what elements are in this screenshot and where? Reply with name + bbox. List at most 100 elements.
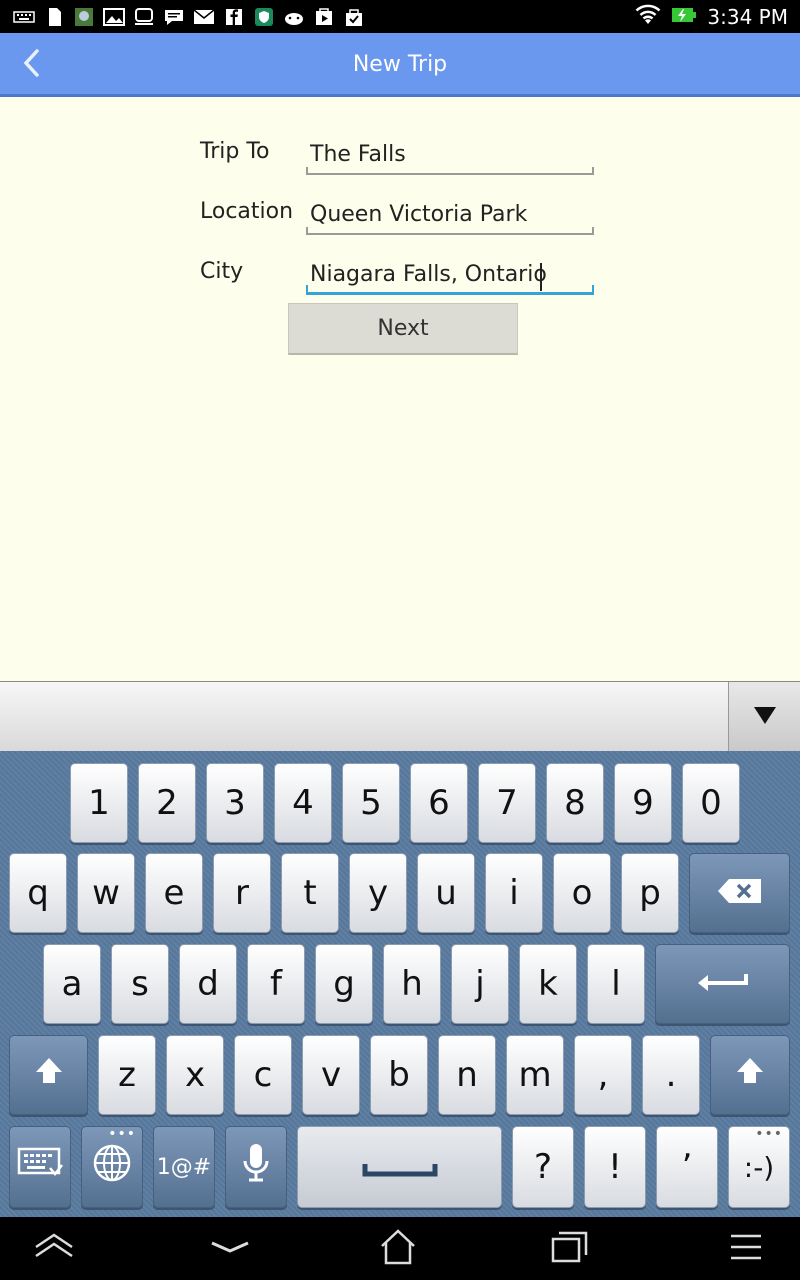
- key-f[interactable]: f: [247, 944, 305, 1024]
- recent-apps-icon: [550, 1229, 590, 1269]
- key-8[interactable]: 8: [546, 763, 604, 843]
- android-icon: [282, 7, 306, 27]
- text-cursor: [540, 263, 542, 291]
- key-h[interactable]: h: [383, 944, 441, 1024]
- key-9[interactable]: 9: [614, 763, 672, 843]
- collapse-keyboard-button[interactable]: [728, 682, 800, 751]
- key-q[interactable]: q: [9, 853, 67, 933]
- key-period[interactable]: .: [642, 1035, 700, 1115]
- key-2[interactable]: 2: [138, 763, 196, 843]
- key-a[interactable]: a: [43, 944, 101, 1024]
- location-label: Location: [200, 199, 294, 224]
- location-input[interactable]: [310, 199, 588, 229]
- next-button[interactable]: Next: [288, 303, 518, 355]
- key-w[interactable]: w: [77, 853, 135, 933]
- triangle-down-icon: [752, 704, 778, 730]
- suggestion-bar: [0, 681, 800, 751]
- trip-to-field[interactable]: [306, 135, 594, 175]
- key-0[interactable]: 0: [682, 763, 740, 843]
- shift-key-left[interactable]: [9, 1035, 88, 1115]
- location-row: Location: [200, 173, 600, 235]
- key-3[interactable]: 3: [206, 763, 264, 843]
- menu-button[interactable]: [716, 1225, 776, 1273]
- key-t[interactable]: t: [281, 853, 339, 933]
- smiley-label: :-): [743, 1150, 775, 1184]
- sd-card-icon: [42, 7, 66, 27]
- city-row: City: [200, 233, 600, 295]
- trip-to-row: Trip To: [200, 113, 600, 175]
- key-exclaim[interactable]: !: [584, 1126, 646, 1208]
- wifi-icon: [635, 4, 661, 30]
- key-d[interactable]: d: [179, 944, 237, 1024]
- key-k[interactable]: k: [519, 944, 577, 1024]
- key-p[interactable]: p: [621, 853, 679, 933]
- key-e[interactable]: e: [145, 853, 203, 933]
- shift-arrow-icon: [34, 1055, 64, 1095]
- action-bar: New Trip: [0, 33, 800, 97]
- chevron-left-icon: [22, 48, 42, 82]
- enter-icon: [696, 964, 750, 1004]
- battery-charging-icon: [671, 6, 697, 28]
- shopping-bag-icon: [342, 7, 366, 27]
- trip-to-input[interactable]: [310, 139, 588, 169]
- key-4[interactable]: 4: [274, 763, 332, 843]
- key-c[interactable]: c: [234, 1035, 292, 1115]
- key-u[interactable]: u: [417, 853, 475, 933]
- enter-key[interactable]: [655, 944, 790, 1024]
- back-button[interactable]: [14, 47, 50, 83]
- language-key[interactable]: •••: [81, 1126, 143, 1208]
- symbols-key[interactable]: 1@#: [153, 1126, 215, 1208]
- keyboard-settings-key[interactable]: [9, 1126, 71, 1208]
- globe-icon: [92, 1143, 132, 1192]
- microphone-icon: [240, 1142, 272, 1193]
- photo-icon: [72, 7, 96, 27]
- keyboard-settings-icon: [17, 1146, 63, 1189]
- key-7[interactable]: 7: [478, 763, 536, 843]
- city-input[interactable]: [310, 259, 588, 289]
- home-button[interactable]: [368, 1225, 428, 1273]
- key-question[interactable]: ?: [512, 1126, 574, 1208]
- key-i[interactable]: i: [485, 853, 543, 933]
- key-j[interactable]: j: [451, 944, 509, 1024]
- back-chevron-icon: [208, 1237, 252, 1261]
- key-l[interactable]: l: [587, 944, 645, 1024]
- key-v[interactable]: v: [302, 1035, 360, 1115]
- page-title: New Trip: [352, 52, 448, 77]
- key-o[interactable]: o: [553, 853, 611, 933]
- key-1[interactable]: 1: [70, 763, 128, 843]
- key-b[interactable]: b: [370, 1035, 428, 1115]
- play-store-icon: [312, 7, 336, 27]
- gallery-icon: [102, 7, 126, 27]
- city-field[interactable]: [306, 255, 594, 295]
- key-z[interactable]: z: [98, 1035, 156, 1115]
- key-6[interactable]: 6: [410, 763, 468, 843]
- key-y[interactable]: y: [349, 853, 407, 933]
- facebook-icon: [222, 7, 246, 27]
- space-key[interactable]: [297, 1126, 502, 1208]
- key-x[interactable]: x: [166, 1035, 224, 1115]
- message-icon: [162, 7, 186, 27]
- key-5[interactable]: 5: [342, 763, 400, 843]
- backspace-key[interactable]: [689, 853, 790, 933]
- status-bar: 3:34 PM: [0, 0, 800, 33]
- back-nav-button[interactable]: [200, 1225, 260, 1273]
- shift-arrow-icon: [735, 1055, 765, 1095]
- recent-apps-button[interactable]: [540, 1225, 600, 1273]
- keyboard-icon: [12, 7, 36, 27]
- voice-input-key[interactable]: [225, 1126, 287, 1208]
- key-m[interactable]: m: [506, 1035, 564, 1115]
- notification-icons: [12, 5, 366, 29]
- key-apostrophe[interactable]: ’: [656, 1126, 718, 1208]
- key-n[interactable]: n: [438, 1035, 496, 1115]
- emoticon-key[interactable]: ••• :-): [728, 1126, 790, 1208]
- menu-icon: [729, 1232, 763, 1266]
- keyboard: 1 2 3 4 5 6 7 8 9 0 q w e r t y u i o p …: [0, 751, 800, 1217]
- key-g[interactable]: g: [315, 944, 373, 1024]
- menu-up-icon: [32, 1232, 76, 1266]
- key-r[interactable]: r: [213, 853, 271, 933]
- key-comma[interactable]: ,: [574, 1035, 632, 1115]
- shift-key-right[interactable]: [710, 1035, 790, 1115]
- location-field[interactable]: [306, 195, 594, 235]
- key-s[interactable]: s: [111, 944, 169, 1024]
- menu-up-button[interactable]: [24, 1225, 84, 1273]
